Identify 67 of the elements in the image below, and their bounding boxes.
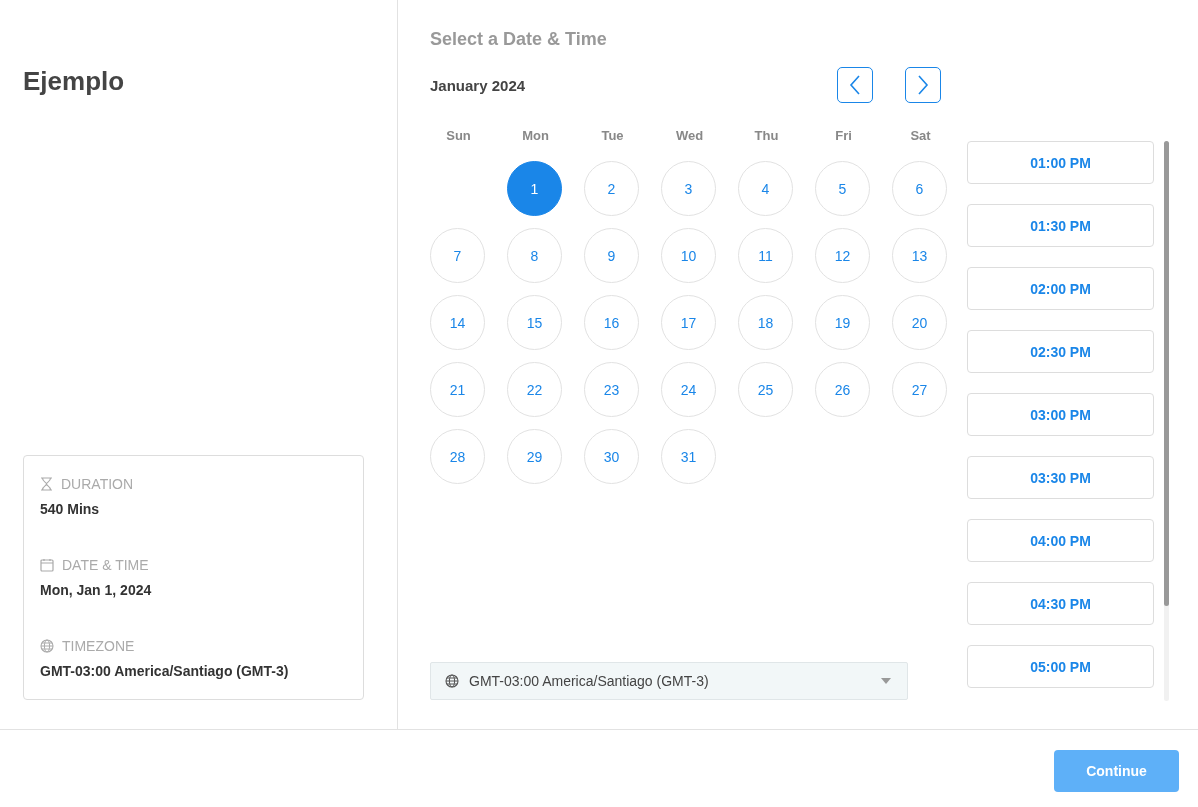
- calendar-day[interactable]: 24: [661, 362, 716, 417]
- time-slot-button[interactable]: 05:00 PM: [967, 645, 1154, 688]
- calendar-day[interactable]: 12: [815, 228, 870, 283]
- chevron-right-icon: [917, 75, 929, 95]
- time-slot-button[interactable]: 03:00 PM: [967, 393, 1154, 436]
- time-slot-button[interactable]: 02:00 PM: [967, 267, 1154, 310]
- event-title: Ejemplo: [23, 66, 126, 97]
- weekday-label: Sat: [909, 127, 932, 145]
- calendar-day[interactable]: 4: [738, 161, 793, 216]
- calendar-day[interactable]: 6: [892, 161, 947, 216]
- calendar-day[interactable]: 26: [815, 362, 870, 417]
- calendar-day[interactable]: 5: [815, 161, 870, 216]
- time-slot-button[interactable]: 02:30 PM: [967, 330, 1154, 373]
- calendar-day[interactable]: 8: [507, 228, 562, 283]
- calendar-day[interactable]: 1: [507, 161, 562, 216]
- calendar-day[interactable]: 13: [892, 228, 947, 283]
- calendar-day[interactable]: 30: [584, 429, 639, 484]
- detail-label: DATE & TIME: [62, 557, 149, 573]
- calendar-day[interactable]: 18: [738, 295, 793, 350]
- calendar-day[interactable]: 19: [815, 295, 870, 350]
- calendar-day[interactable]: 14: [430, 295, 485, 350]
- calendar-day[interactable]: 25: [738, 362, 793, 417]
- detail-value: 540 Mins: [40, 501, 101, 517]
- calendar-day[interactable]: 28: [430, 429, 485, 484]
- calendar-day[interactable]: 3: [661, 161, 716, 216]
- calendar-day[interactable]: 9: [584, 228, 639, 283]
- weekday-label: Fri: [834, 127, 853, 145]
- time-slot-button[interactable]: 01:00 PM: [967, 141, 1154, 184]
- calendar-day[interactable]: 16: [584, 295, 639, 350]
- detail-label: TIMEZONE: [62, 638, 135, 654]
- weekday-label: Wed: [674, 127, 705, 145]
- calendar-day[interactable]: 20: [892, 295, 947, 350]
- section-heading: Select a Date & Time: [430, 29, 608, 50]
- timezone-select[interactable]: GMT-03:00 America/Santiago (GMT-3): [430, 662, 908, 700]
- calendar-day[interactable]: 31: [661, 429, 716, 484]
- calendar-day[interactable]: 15: [507, 295, 562, 350]
- calendar-day[interactable]: 22: [507, 362, 562, 417]
- calendar-day[interactable]: 29: [507, 429, 562, 484]
- globe-icon: [445, 674, 459, 688]
- scrollbar-thumb[interactable]: [1164, 141, 1169, 606]
- chevron-left-icon: [849, 75, 861, 95]
- time-slot-button[interactable]: 01:30 PM: [967, 204, 1154, 247]
- dropdown-caret-icon: [881, 678, 891, 684]
- weekday-label: Sun: [445, 127, 472, 145]
- time-slot-button[interactable]: 04:30 PM: [967, 582, 1154, 625]
- globe-icon: [40, 639, 54, 653]
- calendar-day[interactable]: 23: [584, 362, 639, 417]
- detail-label: DURATION: [61, 476, 134, 492]
- next-month-button[interactable]: [905, 67, 941, 103]
- detail-value: GMT-03:00 America/Santiago (GMT-3): [40, 663, 290, 679]
- calendar-day[interactable]: 17: [661, 295, 716, 350]
- calendar-day[interactable]: 7: [430, 228, 485, 283]
- weekday-label: Tue: [600, 127, 625, 145]
- previous-month-button[interactable]: [837, 67, 873, 103]
- hourglass-icon: [40, 477, 53, 491]
- calendar-icon: [40, 558, 54, 572]
- month-label: January 2024: [430, 76, 526, 94]
- calendar-day[interactable]: 10: [661, 228, 716, 283]
- time-slot-button[interactable]: 04:00 PM: [967, 519, 1154, 562]
- calendar-day[interactable]: 21: [430, 362, 485, 417]
- calendar-day[interactable]: 27: [892, 362, 947, 417]
- weekday-label: Thu: [753, 127, 780, 145]
- detail-value: Mon, Jan 1, 2024: [40, 582, 153, 598]
- time-slot-button[interactable]: 03:30 PM: [967, 456, 1154, 499]
- calendar-day[interactable]: 11: [738, 228, 793, 283]
- weekday-label: Mon: [521, 127, 550, 145]
- calendar-day[interactable]: 2: [584, 161, 639, 216]
